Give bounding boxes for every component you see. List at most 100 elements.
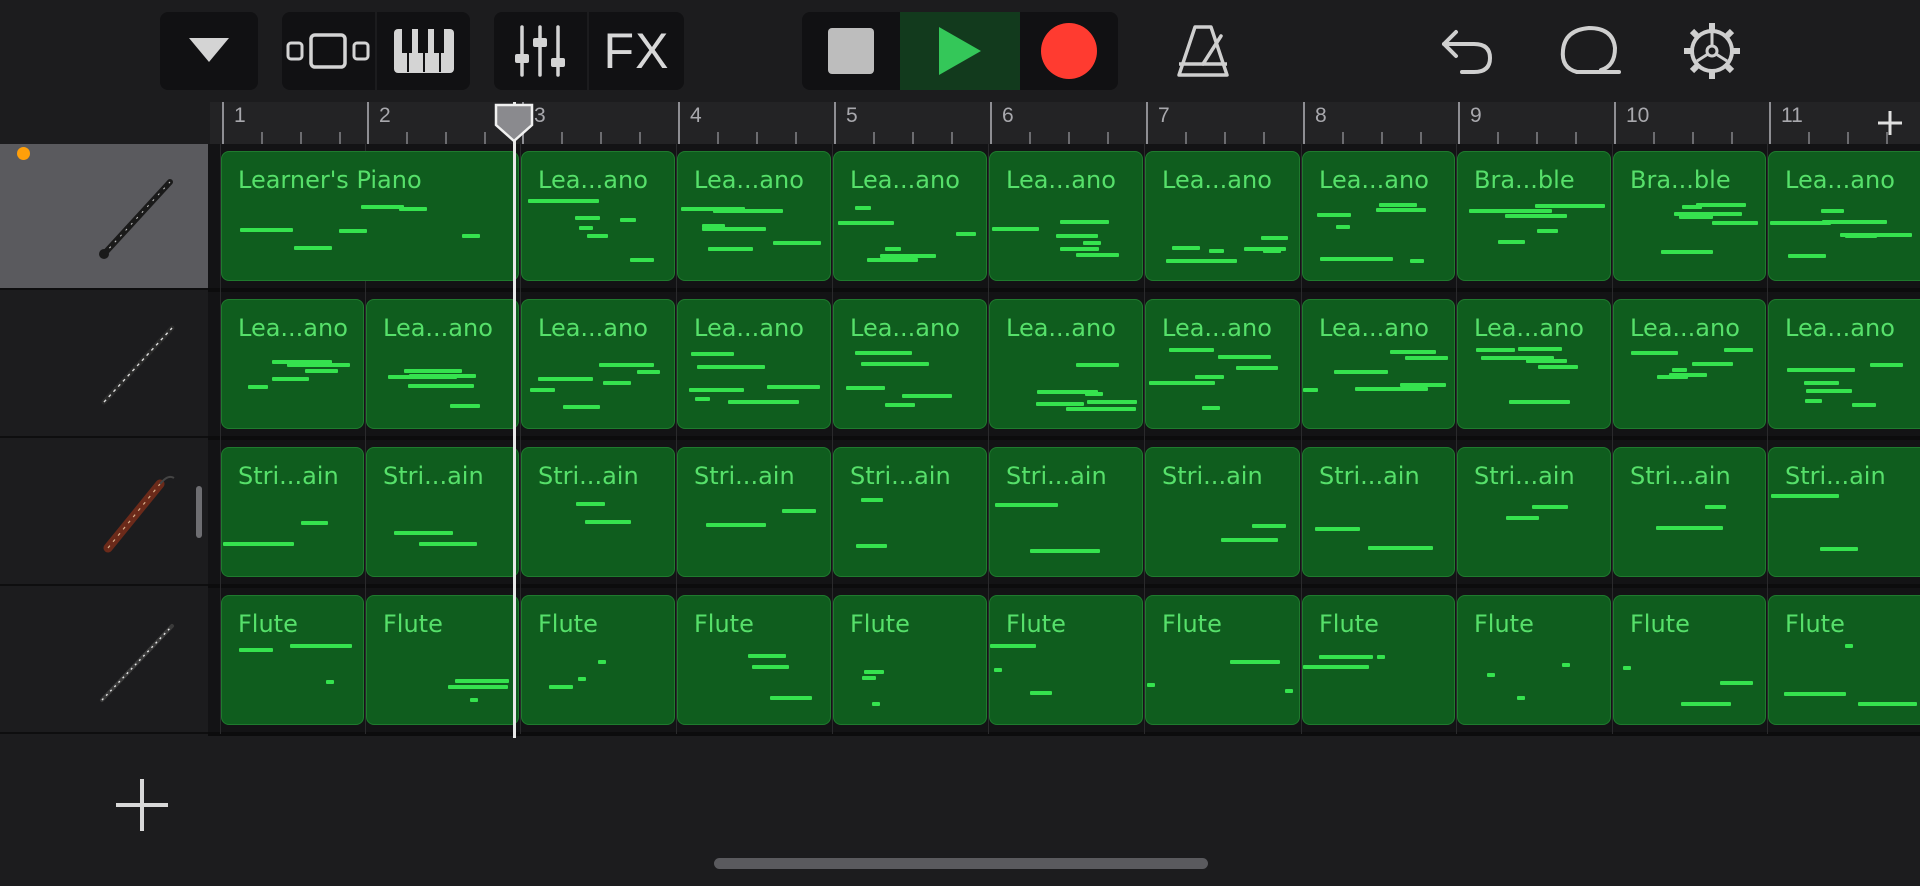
bar-ruler[interactable]: 1 2 3 4 5 6 7 8 9 10 11 [210, 102, 1920, 144]
midi-note [448, 685, 508, 689]
midi-note [404, 369, 462, 373]
region-clarinet[interactable]: Lea...ano [1768, 151, 1920, 281]
ruler-bar-number: 8 [1315, 104, 1327, 127]
region-flute[interactable]: Flute [1302, 595, 1455, 725]
region-bassoon[interactable]: Stri...ain [833, 447, 987, 577]
add-track-button[interactable] [112, 775, 172, 835]
region-flute[interactable]: Flute [1768, 595, 1920, 725]
midi-note [752, 665, 789, 669]
chevron-down-icon [189, 38, 229, 62]
region-oboe[interactable]: Lea...ano [1613, 299, 1766, 429]
settings-button[interactable] [1680, 12, 1744, 90]
region-label: Flute [538, 610, 598, 638]
region-flute[interactable]: Flute [833, 595, 987, 725]
region-flute[interactable]: Flute [521, 595, 675, 725]
region-clarinet[interactable]: Lea...ano [521, 151, 675, 281]
vertical-scroll-indicator[interactable] [196, 486, 202, 538]
region-oboe[interactable]: Lea...ano [1457, 299, 1611, 429]
region-bassoon[interactable]: Stri...ain [1145, 447, 1300, 577]
record-button[interactable] [1020, 12, 1118, 90]
midi-note [1822, 220, 1887, 224]
region-oboe[interactable]: Lea...ano [677, 299, 831, 429]
midi-note [1087, 400, 1137, 404]
region-flute[interactable]: Flute [221, 595, 364, 725]
fx-button[interactable]: FX [589, 12, 684, 90]
midi-note [301, 521, 328, 525]
ruler-bar-line [834, 102, 836, 144]
region-flute[interactable]: Flute [1145, 595, 1300, 725]
midi-note [1487, 673, 1495, 677]
region-oboe[interactable]: Lea...ano [989, 299, 1143, 429]
region-oboe[interactable]: Lea...ano [221, 299, 364, 429]
region-bassoon[interactable]: Stri...ain [1613, 447, 1766, 577]
region-flute[interactable]: Flute [366, 595, 519, 725]
track-header-flute[interactable] [0, 588, 208, 734]
track-header-oboe[interactable] [0, 292, 208, 438]
midi-note [1076, 253, 1119, 257]
midi-note [637, 370, 660, 374]
region-bassoon[interactable]: Stri...ain [989, 447, 1143, 577]
region-clarinet[interactable]: Bra...ble [1613, 151, 1766, 281]
region-clarinet[interactable]: Lea...ano [677, 151, 831, 281]
midi-note [1320, 257, 1393, 261]
region-clarinet[interactable]: Lea...ano [1145, 151, 1300, 281]
add-section-button[interactable] [1860, 102, 1920, 144]
region-clarinet[interactable]: Lea...ano [833, 151, 987, 281]
mixer-button[interactable] [494, 12, 586, 90]
region-oboe[interactable]: Lea...ano [1302, 299, 1455, 429]
region-flute[interactable]: Flute [1613, 595, 1766, 725]
region-bassoon[interactable]: Stri...ain [1302, 447, 1455, 577]
stop-button[interactable] [802, 12, 900, 90]
midi-note [1562, 663, 1570, 667]
region-clarinet[interactable]: Lea...ano [1302, 151, 1455, 281]
midi-note [1030, 691, 1052, 695]
region-bassoon[interactable]: Stri...ain [1768, 447, 1920, 577]
region-oboe[interactable]: Lea...ano [366, 299, 519, 429]
region-bassoon[interactable]: Stri...ain [521, 447, 675, 577]
region-label: Flute [1785, 610, 1845, 638]
region-bassoon[interactable]: Stri...ain [677, 447, 831, 577]
region-oboe[interactable]: Lea...ano [833, 299, 987, 429]
tracks-menu-group [160, 12, 258, 90]
region-flute[interactable]: Flute [989, 595, 1143, 725]
ruler-beat-tick [912, 132, 914, 144]
midi-note [1261, 236, 1288, 240]
region-clarinet[interactable]: Learner's Piano [221, 151, 519, 281]
ruler-bar-line [1769, 102, 1771, 144]
region-bassoon[interactable]: Stri...ain [1457, 447, 1611, 577]
loop-browser-button[interactable] [1552, 12, 1628, 90]
region-clarinet[interactable]: Bra...ble [1457, 151, 1611, 281]
ruler-beat-tick [1808, 132, 1810, 144]
midi-note [1030, 549, 1100, 553]
keyboard-button[interactable] [377, 12, 470, 90]
tracks-view-button[interactable] [282, 12, 374, 90]
stop-icon [828, 28, 874, 74]
midi-note [585, 520, 631, 524]
midi-note [846, 386, 885, 390]
playhead[interactable] [513, 102, 516, 738]
region-label: Lea...ano [1474, 314, 1584, 342]
region-bassoon[interactable]: Stri...ain [221, 447, 364, 577]
region-oboe[interactable]: Lea...ano [521, 299, 675, 429]
region-label: Lea...ano [1630, 314, 1740, 342]
ruler-beat-tick [1886, 132, 1888, 144]
region-oboe[interactable]: Lea...ano [1768, 299, 1920, 429]
region-oboe[interactable]: Lea...ano [1145, 299, 1300, 429]
region-clarinet[interactable]: Lea...ano [989, 151, 1143, 281]
metronome-button[interactable] [1170, 12, 1236, 90]
region-bassoon[interactable]: Stri...ain [366, 447, 519, 577]
ruler-bar-number: 3 [534, 104, 546, 127]
track-header-clarinet[interactable] [0, 144, 208, 290]
region-label: Flute [1319, 610, 1379, 638]
midi-note [1037, 390, 1098, 394]
midi-note [1202, 406, 1220, 410]
tracks-menu-button[interactable] [160, 12, 258, 90]
playhead-handle[interactable] [494, 103, 534, 143]
undo-button[interactable] [1436, 12, 1498, 90]
region-flute[interactable]: Flute [1457, 595, 1611, 725]
midi-note [1787, 368, 1855, 372]
track-header-bassoon[interactable] [0, 440, 208, 586]
region-flute[interactable]: Flute [677, 595, 831, 725]
record-enabled-dot [17, 147, 30, 160]
play-button[interactable] [900, 12, 1020, 90]
